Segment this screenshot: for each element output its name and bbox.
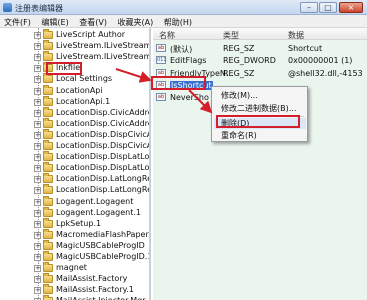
arrow-to-isshortcut [115, 68, 152, 83]
arrow-to-delete [188, 89, 213, 114]
annotation-arrows [115, 68, 213, 114]
